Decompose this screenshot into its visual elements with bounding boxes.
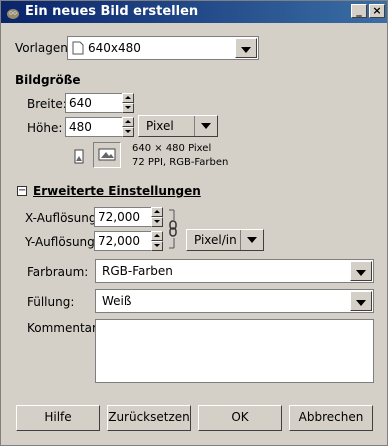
spin-up-icon[interactable] [151,207,163,217]
chain-link-icon[interactable] [166,208,178,250]
image-size-heading: Bildgröße [15,73,81,87]
landscape-button[interactable] [93,142,121,168]
size-info-dimensions: 640 × 480 Pixel [132,143,212,154]
template-label: Vorlagen: [15,41,72,55]
spin-down-icon[interactable] [122,127,134,137]
spin-down-icon[interactable] [151,217,163,227]
colorspace-combo[interactable]: RGB-Farben [95,259,374,283]
chevron-down-icon[interactable] [235,38,257,58]
window-title: Ein neues Bild erstellen [25,4,199,19]
close-button[interactable]: × [369,4,385,18]
title-bar[interactable]: Ein neues Bild erstellen _ × [1,1,387,23]
height-label: Höhe: [27,121,63,135]
template-combo[interactable]: 640x480 [67,36,259,60]
comment-field[interactable] [95,319,374,383]
size-unit-menu[interactable]: Pixel [138,115,218,137]
width-input[interactable]: 640 [65,93,123,113]
chevron-down-icon [240,230,263,250]
ok-button[interactable]: OK [198,405,282,431]
colorspace-label: Farbraum: [27,265,89,279]
xres-input[interactable]: 72,000 [94,207,152,227]
portrait-button[interactable] [69,147,89,167]
cancel-button[interactable]: Abbrechen [289,405,373,431]
reset-button[interactable]: Zurücksetzen [107,405,191,431]
chevron-down-icon [194,116,217,136]
minimize-button[interactable]: _ [351,4,367,18]
xres-stepper[interactable] [151,207,163,227]
chevron-down-icon[interactable] [350,261,372,281]
width-label: Breite: [27,97,67,111]
fill-combo[interactable]: Weiß [95,289,374,313]
spin-up-icon[interactable] [151,231,163,241]
width-stepper[interactable] [122,93,134,113]
close-icon: × [372,4,382,17]
gimp-icon [7,9,19,19]
advanced-heading[interactable]: Erweiterte Einstellungen [33,184,201,198]
spin-up-icon[interactable] [122,117,134,127]
portrait-icon [74,149,84,164]
xres-label: X-Auflösung: [25,211,101,225]
yres-label: Y-Auflösung: [25,235,99,249]
landscape-icon [98,148,116,161]
collapse-icon[interactable]: − [17,186,27,196]
spin-up-icon[interactable] [122,93,134,103]
size-info-resolution: 72 PPI, RGB-Farben [132,157,229,168]
yres-input[interactable]: 72,000 [94,231,152,251]
comment-label: Kommentar: [27,321,101,335]
document-icon [72,41,84,55]
spin-down-icon[interactable] [122,103,134,113]
minimize-icon: _ [356,4,362,17]
resolution-unit-menu[interactable]: Pixel/in [186,229,264,251]
spin-down-icon[interactable] [151,241,163,251]
height-input[interactable]: 480 [65,117,123,137]
height-stepper[interactable] [122,117,134,137]
fill-label: Füllung: [27,295,75,309]
yres-stepper[interactable] [151,231,163,251]
new-image-dialog: Ein neues Bild erstellen _ × Vorlagen: 6… [0,0,388,446]
chevron-down-icon[interactable] [350,291,372,311]
help-button[interactable]: Hilfe [16,405,100,431]
